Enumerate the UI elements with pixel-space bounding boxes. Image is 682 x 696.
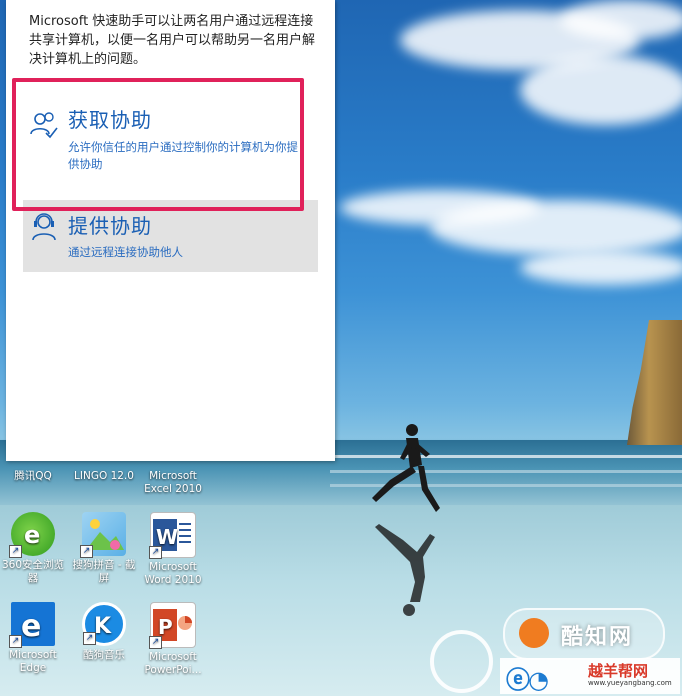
watermark-logo-icon xyxy=(519,618,549,648)
desktop-icon-label-excel[interactable]: Microsoft Excel 2010 xyxy=(141,470,205,496)
desktop-icon-label-qq[interactable]: 腾讯QQ xyxy=(1,470,65,483)
word-icon: W ↗ xyxy=(149,512,196,559)
svg-text:e: e xyxy=(21,609,41,644)
desktop-icon-word[interactable]: W ↗ Microsoft Word 2010 xyxy=(141,512,205,587)
quick-assist-panel: Microsoft 快速助手可以让两名用户通过远程连接共享计算机，以便一名用户可… xyxy=(6,0,335,461)
watermark-mark-icon: ⓔ◔ xyxy=(506,666,549,694)
watermark-site1: 酷知网 xyxy=(503,608,665,660)
headset-person-icon xyxy=(32,213,56,241)
highlight-box xyxy=(12,78,304,211)
sogou-screenshot-icon: ↗ xyxy=(80,512,126,558)
kugou-icon: K ↗ xyxy=(82,602,126,646)
runner-silhouette xyxy=(372,424,440,512)
give-help-description: 通过远程连接协助他人 xyxy=(68,245,183,259)
give-help-title: 提供协助 xyxy=(68,214,152,238)
watermark-circle xyxy=(430,630,493,693)
intro-text: Microsoft 快速助手可以让两名用户通过远程连接共享计算机，以便一名用户可… xyxy=(29,14,316,67)
desktop-icon-label-lingo[interactable]: LINGO 12.0 xyxy=(72,470,136,483)
watermark-site2: ⓔ◔ 越羊帮网 www.yueyangbang.com xyxy=(500,658,680,694)
desktop-icon-kugou[interactable]: K ↗ 酷狗音乐 xyxy=(72,602,136,662)
runner-reflection xyxy=(375,524,435,616)
360-browser-icon: e ↗ xyxy=(9,512,55,558)
desktop-icon-powerpoint[interactable]: P ↗ Microsoft PowerPoi... xyxy=(141,602,205,677)
desktop-icon-edge[interactable]: e ↗ Microsoft Edge xyxy=(1,602,65,675)
desktop-icon-360-browser[interactable]: e ↗ 360安全浏览器 xyxy=(1,512,65,585)
desktop-icon-sogou-screenshot[interactable]: ↗ 搜狗拼音 - 截屏 xyxy=(72,512,136,585)
svg-text:e: e xyxy=(24,521,40,549)
svg-text:K: K xyxy=(94,614,112,639)
edge-icon: e ↗ xyxy=(9,602,55,648)
powerpoint-icon: P ↗ xyxy=(149,602,196,649)
cliff xyxy=(627,320,682,445)
